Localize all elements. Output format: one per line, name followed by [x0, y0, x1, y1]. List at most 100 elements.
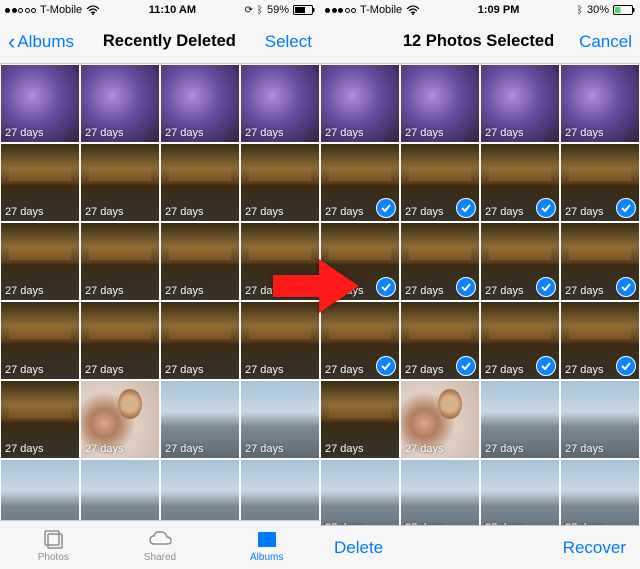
- days-badge: 27 days: [485, 285, 524, 297]
- photo-thumb[interactable]: 27 days: [320, 143, 400, 222]
- photo-thumb[interactable]: 27 days: [560, 222, 640, 301]
- albums-icon: [255, 528, 279, 550]
- photo-thumb[interactable]: 27 days: [320, 380, 400, 459]
- cancel-button[interactable]: Cancel: [579, 32, 632, 52]
- days-badge: 27 days: [325, 206, 364, 218]
- photo-thumb[interactable]: 27 days: [80, 222, 160, 301]
- nav-bar: ‹Albums Recently Deleted Select: [0, 20, 320, 64]
- cloud-icon: [148, 528, 172, 550]
- photo-thumb[interactable]: 27 days: [240, 380, 320, 459]
- tab-photos[interactable]: Photos: [0, 521, 107, 569]
- status-bar: T-Mobile 11:10 AM ⟳ ᛒ 59%: [0, 0, 320, 20]
- photo-thumb[interactable]: 27 days: [240, 301, 320, 380]
- photo-thumb[interactable]: 27 days: [560, 143, 640, 222]
- photo-thumb[interactable]: 27 days: [80, 143, 160, 222]
- bottom-toolbar: Delete Recover: [320, 525, 640, 569]
- photo-thumb[interactable]: 27 days: [160, 222, 240, 301]
- days-badge: 27 days: [485, 443, 524, 455]
- photo-thumb[interactable]: 27 days: [560, 64, 640, 143]
- photo-thumb[interactable]: 27 days: [400, 222, 480, 301]
- phone-before: T-Mobile 11:10 AM ⟳ ᛒ 59% ‹Albums Recent…: [0, 0, 320, 569]
- photo-thumb[interactable]: 27 days: [0, 64, 80, 143]
- days-badge: 27 days: [165, 364, 204, 376]
- photo-thumb[interactable]: 27 days: [400, 380, 480, 459]
- tab-shared[interactable]: Shared: [107, 521, 214, 569]
- select-button[interactable]: Select: [265, 32, 312, 52]
- photo-thumb[interactable]: 27 days: [320, 459, 400, 525]
- check-icon: [616, 198, 636, 218]
- photo-thumb[interactable]: 27 days: [0, 222, 80, 301]
- days-badge: 27 days: [5, 206, 44, 218]
- days-badge: 27 days: [485, 206, 524, 218]
- photo-thumb[interactable]: 27 days: [400, 301, 480, 380]
- photo-grid: 27 days 27 days 27 days 27 days 27 days …: [0, 64, 320, 520]
- days-badge: 27 days: [405, 364, 444, 376]
- carrier-label: T-Mobile: [360, 4, 402, 16]
- photo-thumb[interactable]: 27 days: [320, 222, 400, 301]
- photo-thumb[interactable]: 27 days: [160, 380, 240, 459]
- photo-thumb[interactable]: 27 days: [400, 64, 480, 143]
- photo-thumb[interactable]: 27 days: [480, 301, 560, 380]
- photo-thumb[interactable]: 27 days: [0, 459, 80, 520]
- photo-grid: 27 days 27 days 27 days 27 days 27 days …: [320, 64, 640, 525]
- days-badge: 27 days: [325, 285, 364, 297]
- tab-label: Shared: [144, 552, 176, 563]
- nav-title: Recently Deleted: [103, 32, 236, 51]
- check-icon: [376, 198, 396, 218]
- check-icon: [536, 356, 556, 376]
- photo-thumb[interactable]: 27 days: [400, 143, 480, 222]
- photo-thumb[interactable]: 27 days: [400, 459, 480, 525]
- photo-thumb[interactable]: 27 days: [240, 459, 320, 520]
- tab-label: Albums: [250, 552, 283, 563]
- battery-icon: [613, 5, 635, 15]
- clock: 11:10 AM: [149, 4, 196, 16]
- photo-thumb[interactable]: 27 days: [240, 143, 320, 222]
- photo-thumb[interactable]: 27 days: [480, 222, 560, 301]
- wifi-icon: [86, 5, 100, 15]
- photo-thumb[interactable]: 27 days: [480, 143, 560, 222]
- photo-thumb[interactable]: 27 days: [80, 64, 160, 143]
- days-badge: 27 days: [165, 206, 204, 218]
- photo-thumb[interactable]: 27 days: [560, 301, 640, 380]
- days-badge: 27 days: [325, 127, 364, 139]
- tab-label: Photos: [38, 552, 69, 563]
- status-bar: T-Mobile 1:09 PM ᛒ 30%: [320, 0, 640, 20]
- check-icon: [616, 356, 636, 376]
- photo-thumb[interactable]: 27 days: [240, 64, 320, 143]
- battery-percent: 59%: [267, 4, 289, 16]
- bluetooth-icon: ᛒ: [257, 5, 263, 16]
- photo-thumb[interactable]: 27 days: [320, 301, 400, 380]
- days-badge: 27 days: [85, 443, 124, 455]
- photo-thumb[interactable]: 27 days: [480, 459, 560, 525]
- photo-thumb[interactable]: 27 days: [240, 222, 320, 301]
- photo-thumb[interactable]: 27 days: [80, 459, 160, 520]
- photo-thumb[interactable]: 27 days: [160, 301, 240, 380]
- photo-thumb[interactable]: 27 days: [0, 143, 80, 222]
- signal-dots: [325, 8, 356, 13]
- photos-icon: [41, 528, 65, 550]
- photo-thumb[interactable]: 27 days: [560, 380, 640, 459]
- photo-thumb[interactable]: 27 days: [320, 64, 400, 143]
- days-badge: 27 days: [165, 443, 204, 455]
- tab-bar: Photos Shared Albums: [0, 520, 320, 569]
- check-icon: [376, 356, 396, 376]
- back-button[interactable]: ‹Albums: [8, 31, 74, 53]
- photo-thumb[interactable]: 27 days: [160, 143, 240, 222]
- days-badge: 27 days: [565, 127, 604, 139]
- tab-albums[interactable]: Albums: [213, 521, 320, 569]
- photo-thumb[interactable]: 27 days: [480, 64, 560, 143]
- days-badge: 27 days: [5, 285, 44, 297]
- recover-button[interactable]: Recover: [563, 538, 626, 558]
- photo-thumb[interactable]: 27 days: [480, 380, 560, 459]
- check-icon: [456, 356, 476, 376]
- check-icon: [456, 198, 476, 218]
- photo-thumb[interactable]: 27 days: [0, 301, 80, 380]
- photo-thumb[interactable]: 27 days: [80, 380, 160, 459]
- photo-thumb[interactable]: 27 days: [160, 64, 240, 143]
- photo-thumb[interactable]: 27 days: [0, 380, 80, 459]
- photo-thumb[interactable]: 27 days: [560, 459, 640, 525]
- delete-button[interactable]: Delete: [334, 538, 383, 558]
- battery-percent: 30%: [587, 4, 609, 16]
- photo-thumb[interactable]: 27 days: [80, 301, 160, 380]
- photo-thumb[interactable]: 27 days: [160, 459, 240, 520]
